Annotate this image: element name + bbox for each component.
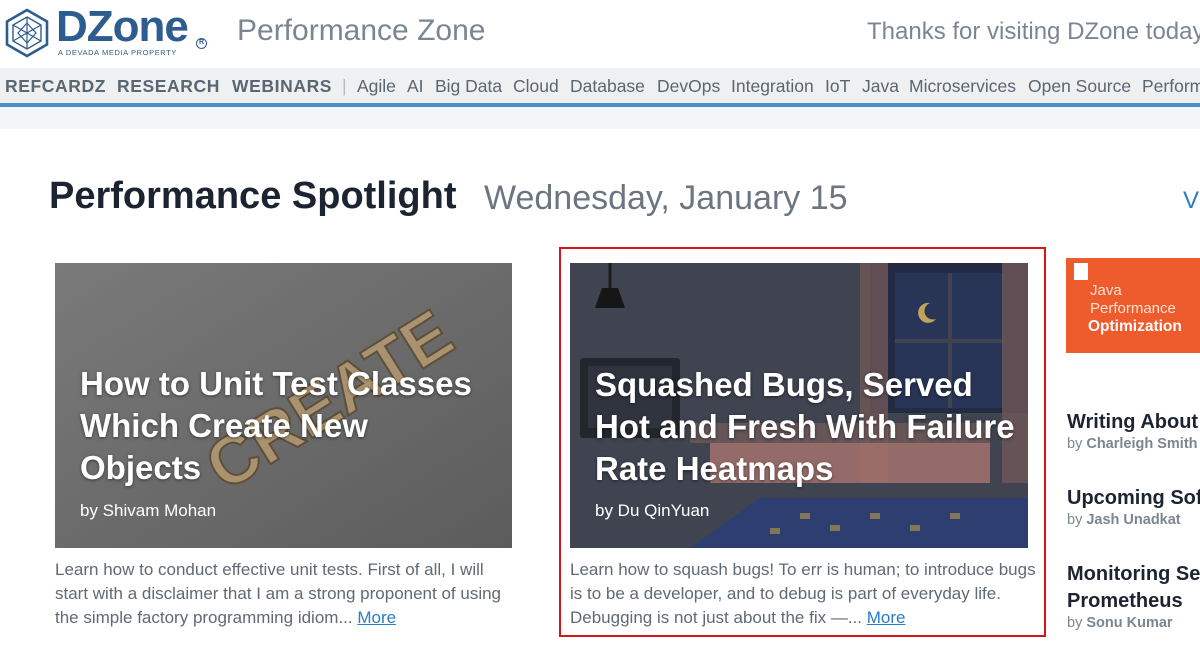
sidebar-article-title[interactable]: Monitoring Se — [1067, 561, 1200, 588]
spotlight-date: Wednesday, January 15 — [484, 179, 848, 217]
sidebar-article-title-line2[interactable]: Prometheus — [1067, 588, 1200, 615]
nav-big-data[interactable]: Big Data — [435, 76, 502, 97]
sidebar-article[interactable]: Upcoming Sof by Jash Unadkat — [1067, 485, 1200, 528]
nav-separator: | — [342, 76, 347, 96]
nav-agile[interactable]: Agile — [357, 76, 396, 97]
nav-underbar — [0, 107, 1200, 129]
description-text: Learn how to conduct effective unit test… — [55, 560, 502, 627]
refcard-promo[interactable]: Java Performance Optimization — [1066, 258, 1200, 353]
logo-tagline: A DEVADA MEDIA PROPERTY — [58, 48, 177, 57]
refcard-line-2: Performance — [1090, 300, 1176, 317]
nav-devops[interactable]: DevOps — [657, 76, 720, 97]
selection-highlight — [559, 247, 1046, 637]
dzone-hex-icon — [5, 8, 49, 58]
sidebar-article-author: by Sonu Kumar — [1067, 615, 1173, 631]
sidebar-article[interactable]: Monitoring Se Prometheus by Sonu Kumar — [1067, 561, 1200, 631]
article-author[interactable]: by Shivam Mohan — [80, 501, 216, 521]
sidebar-article-author: by Charleigh Smith — [1067, 436, 1198, 452]
registered-mark: R — [196, 38, 207, 49]
topic-nav: REFCARDZ RESEARCH WEBINARS | Agile AI Bi… — [0, 68, 1200, 103]
article-card-unit-test[interactable]: CREATE How to Unit Test Classes Which Cr… — [55, 263, 512, 548]
nav-database[interactable]: Database — [570, 76, 645, 97]
nav-research[interactable]: RESEARCH — [117, 76, 220, 97]
nav-open-source[interactable]: Open Source — [1028, 76, 1131, 97]
nav-cloud[interactable]: Cloud — [513, 76, 559, 97]
sidebar-article-title[interactable]: Upcoming Sof — [1067, 485, 1200, 512]
article-description: Learn how to conduct effective unit test… — [55, 558, 517, 630]
refcard-badge-icon — [1074, 263, 1088, 280]
greeting-text: Thanks for visiting DZone today — [867, 18, 1200, 45]
nav-microservices[interactable]: Microservices — [909, 76, 1016, 97]
sidebar-article-title[interactable]: Writing About — [1067, 409, 1198, 436]
spotlight-title: Performance Spotlight — [49, 175, 457, 217]
refcard-line-3: Optimization — [1088, 318, 1182, 335]
logo-wordmark: DZone — [56, 2, 189, 51]
nav-java[interactable]: Java — [862, 76, 899, 97]
nav-webinars[interactable]: WEBINARS — [232, 76, 332, 97]
nav-refcardz[interactable]: REFCARDZ — [5, 76, 106, 97]
sidebar-article[interactable]: Writing About by Charleigh Smith — [1067, 409, 1198, 452]
view-all-link[interactable]: Vi — [1183, 187, 1200, 215]
nav-performance[interactable]: Perform — [1142, 76, 1200, 97]
article-title[interactable]: How to Unit Test Classes Which Create Ne… — [80, 363, 480, 489]
nav-iot[interactable]: IoT — [825, 76, 850, 97]
zone-title[interactable]: Performance Zone — [237, 14, 485, 48]
more-link[interactable]: More — [357, 608, 396, 627]
refcard-line-1: Java — [1090, 282, 1122, 299]
dzone-logo[interactable]: DZone R A DEVADA MEDIA PROPERTY — [4, 2, 214, 60]
nav-ai[interactable]: AI — [407, 76, 424, 97]
sidebar-article-author: by Jash Unadkat — [1067, 512, 1181, 528]
site-header: DZone R A DEVADA MEDIA PROPERTY Performa… — [0, 0, 1200, 68]
nav-integration[interactable]: Integration — [731, 76, 814, 97]
